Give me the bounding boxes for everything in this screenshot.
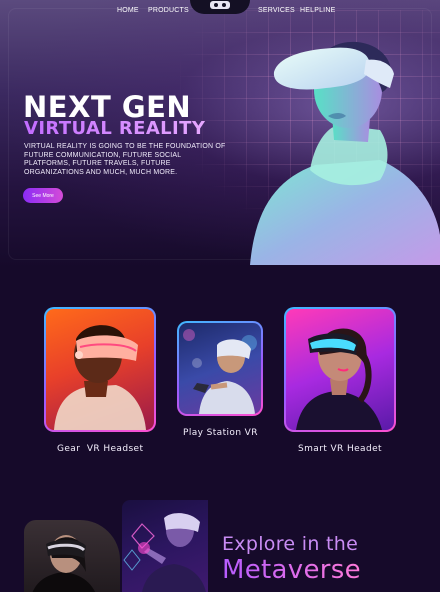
product-card-gear-vr[interactable] <box>44 307 156 432</box>
metaverse-image-woman <box>24 520 120 592</box>
product-label-smart-vr: Smart VR Headet <box>298 444 382 454</box>
product-label-playstation-vr: Play Station VR <box>183 428 258 438</box>
product-image-gear-vr <box>46 309 154 430</box>
vr-woman-figure-icon <box>296 328 382 430</box>
nav-home-link[interactable]: HOME <box>117 7 139 14</box>
product-image-smart-vr <box>286 309 394 430</box>
nav-products-link[interactable]: PRODUCTS <box>148 7 189 14</box>
vr-woman-dark-icon <box>32 535 95 592</box>
top-nav: HOME PRODUCTS SERVICES HELPLINE <box>0 0 440 22</box>
vr-user-figure-icon <box>54 325 146 430</box>
vr-headset-icon[interactable] <box>210 1 230 9</box>
metaverse-heading-line2: Metaverse <box>222 555 361 585</box>
product-card-smart-vr[interactable] <box>284 307 396 432</box>
product-label-gear-vr: Gear VR Headset <box>57 444 144 454</box>
hero-section: HOME PRODUCTS SERVICES HELPLINE NEXT GEN… <box>0 0 440 268</box>
vr-man-hologram-icon <box>123 513 206 592</box>
hero-vr-person-image <box>250 41 440 265</box>
vr-gamer-figure-icon <box>183 329 257 414</box>
product-card-playstation-vr[interactable] <box>177 321 263 416</box>
hero-subtitle: VIRTUAL REALITY <box>24 118 206 139</box>
nav-services-link[interactable]: SERVICES <box>258 7 295 14</box>
nav-helpline-link[interactable]: HELPLINE <box>300 7 335 14</box>
see-more-button[interactable]: See More <box>23 188 63 203</box>
metaverse-heading-line1: Explore in the <box>222 533 359 555</box>
metaverse-image-man <box>122 500 208 592</box>
hero-description: VIRTUAL REALITY IS GOING TO BE THE FOUND… <box>24 143 226 176</box>
product-image-playstation-vr <box>179 323 261 414</box>
